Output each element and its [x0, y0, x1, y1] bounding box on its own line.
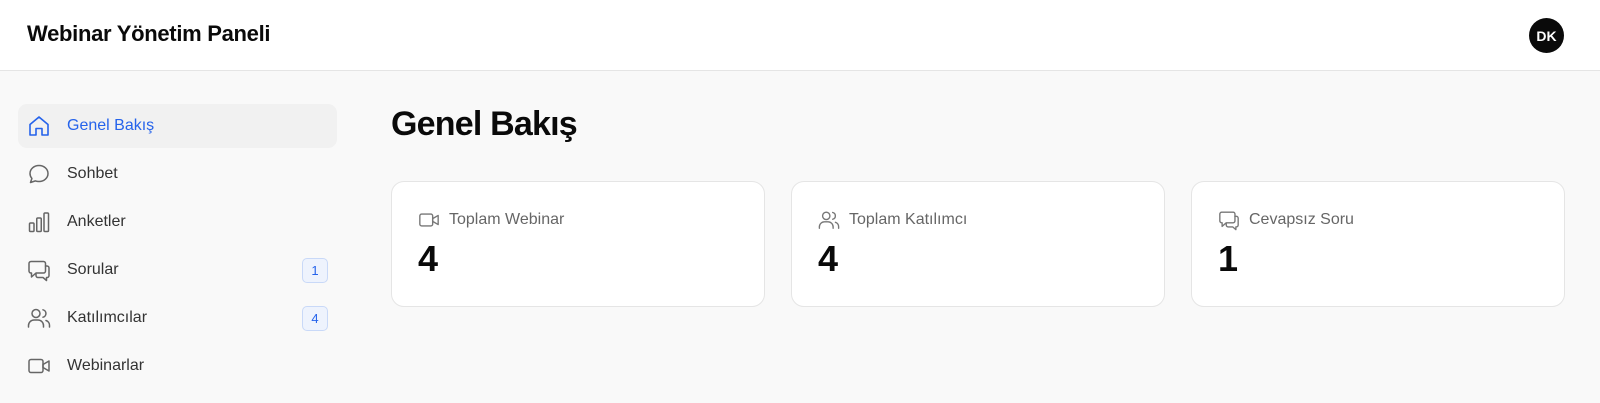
stat-label: Toplam Katılımcı [849, 211, 968, 228]
stat-label: Toplam Webinar [449, 211, 565, 228]
page-title: Genel Bakış [391, 105, 578, 143]
stat-card-soru: Cevapsız Soru 1 [1191, 181, 1565, 307]
stat-value: 4 [818, 238, 839, 279]
sidebar-item-sohbet[interactable]: Sohbet [18, 152, 337, 196]
messages-icon [28, 260, 50, 282]
users-icon [27, 308, 51, 328]
stat-label: Cevapsız Soru [1249, 211, 1354, 228]
app-title: Webinar Yönetim Paneli [27, 21, 271, 46]
sidebar-item-genel-bakis[interactable]: Genel Bakış [18, 104, 337, 148]
avatar[interactable]: DK [1529, 18, 1564, 53]
sidebar-item-label: Genel Bakış [67, 117, 155, 134]
stat-value: 1 [1218, 238, 1239, 279]
messages-icon [1219, 211, 1239, 231]
sidebar-item-label: Anketler [67, 213, 126, 230]
app-header: Webinar Yönetim Paneli DK [0, 0, 1600, 71]
sidebar-item-label: Sohbet [67, 165, 118, 182]
count-badge: 1 [302, 258, 328, 283]
sidebar-item-webinarlar[interactable]: Webinarlar [18, 344, 337, 388]
sidebar-item-label: Katılımcılar [67, 309, 148, 326]
stat-card-webinar: Toplam Webinar 4 [391, 181, 765, 307]
chat-bubble-icon [29, 164, 49, 184]
home-icon [29, 116, 49, 136]
users-icon [818, 211, 840, 229]
sidebar-item-sorular[interactable]: Sorular 1 [18, 248, 337, 292]
bar-chart-icon [28, 212, 50, 233]
stat-card-katilimci: Toplam Katılımcı 4 [791, 181, 1165, 307]
sidebar-item-label: Sorular [67, 261, 119, 278]
sidebar: Genel Bakış Sohbet Anketler Sorular 1 Ka… [0, 72, 350, 403]
video-icon [419, 213, 439, 227]
video-icon [28, 358, 50, 374]
sidebar-item-label: Webinarlar [67, 357, 145, 374]
count-badge: 4 [302, 306, 328, 331]
sidebar-item-anketler[interactable]: Anketler [18, 200, 337, 244]
sidebar-item-katilimcilar[interactable]: Katılımcılar 4 [18, 296, 337, 340]
stat-value: 4 [418, 238, 439, 279]
